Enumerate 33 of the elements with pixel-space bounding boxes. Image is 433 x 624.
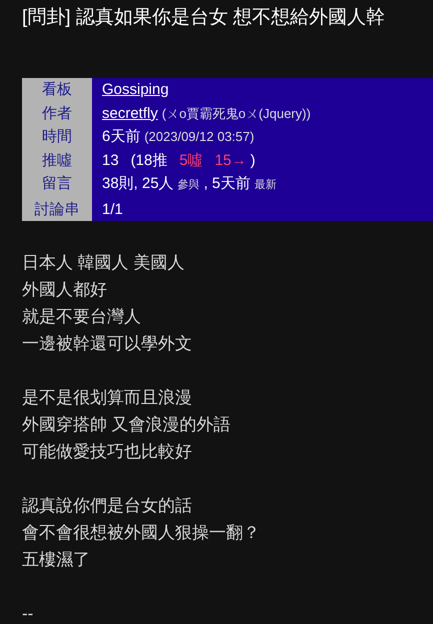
post-title: [問卦] 認真如果你是台女 想不想給外國人幹	[22, 6, 386, 30]
meta-label: 看板	[22, 78, 92, 102]
meta-label: 推噓	[22, 148, 92, 172]
meta-label: 作者	[22, 102, 92, 125]
meta-value: 6天前	[102, 127, 140, 147]
post-line: 五樓濕了	[22, 549, 91, 571]
post-line: 是不是很划算而且浪漫	[22, 387, 193, 409]
meta-label: 時間	[22, 125, 92, 148]
meta-value: )	[250, 150, 256, 170]
meta-note: (2023/09/12 03:57)	[144, 128, 254, 146]
meta-label: 討論串	[22, 198, 92, 221]
meta-count: 15→	[214, 150, 246, 170]
meta-count: 5噓	[179, 150, 203, 170]
meta-value: 38則, 25人	[102, 174, 174, 194]
meta-note: 參與	[178, 178, 200, 193]
post-line: 外國穿搭帥 又會浪漫的外語	[22, 414, 232, 436]
post-line: 可能做愛技巧也比較好	[22, 441, 193, 463]
meta-note: (ㄨo賈霸死鬼oㄨ(Jquery))	[162, 104, 311, 123]
meta-link[interactable]: Gossiping	[102, 78, 169, 102]
meta-label: 留言	[22, 172, 92, 198]
post-line: 一邊被幹還可以學外文	[22, 333, 193, 355]
post-line: 日本人 韓國人 美國人	[22, 252, 186, 274]
meta-value: 13	[102, 150, 119, 170]
meta-value: , 5天前	[204, 174, 250, 194]
post-line: 認真說你們是台女的話	[22, 495, 193, 517]
meta-value: 1/1	[102, 200, 123, 220]
post-line: --	[22, 603, 34, 624]
post-line: 外國人都好	[22, 279, 108, 301]
post-line: 會不會很想被外國人狠操一翻？	[22, 522, 261, 544]
post-line: 就是不要台灣人	[22, 306, 142, 328]
meta-value: (18推	[130, 150, 168, 170]
meta-note: 最新	[254, 178, 276, 193]
meta-link[interactable]: secretfly	[102, 102, 158, 125]
